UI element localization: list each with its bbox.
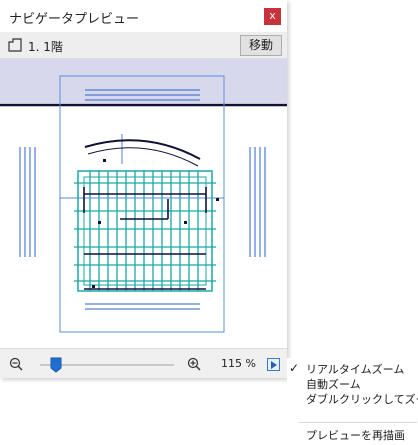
zoom-options-menu: ✓ リアルタイムズーム 自動ズーム ダブルクリックしてズーム プレビューを再描画 [287, 358, 418, 445]
title-bar[interactable]: ナビゲータプレビュー x [0, 0, 287, 32]
building-verticals [89, 171, 199, 291]
zoom-slider-thumb[interactable] [50, 357, 62, 373]
right-elevation-lines [249, 147, 266, 257]
play-arrow-icon [271, 361, 277, 369]
zoom-bar: 115 % [0, 348, 287, 378]
zoom-in-icon[interactable] [187, 357, 201, 371]
roof-curve [84, 139, 201, 160]
window-title: ナビゲータプレビュー [9, 12, 140, 27]
building-walls [83, 187, 207, 290]
story-icon [8, 38, 22, 52]
view-band [0, 59, 287, 103]
move-button[interactable]: 移動 [240, 35, 282, 56]
preview-drawing [0, 59, 287, 333]
close-button[interactable]: x [264, 8, 281, 25]
checkmark-icon: ✓ [289, 361, 300, 375]
zoom-out-icon[interactable] [9, 357, 23, 371]
menu-item-double-click-zoom[interactable]: ダブルクリックしてズーム [287, 390, 418, 406]
menu-item-label: プレビューを再描画 [306, 429, 405, 442]
zoom-value: 115 % [221, 357, 256, 370]
menu-item-label: ダブルクリックしてズーム [306, 393, 418, 406]
preview-area[interactable] [0, 59, 287, 348]
navigator-preview-palette: ナビゲータプレビュー x 1. 1階 移動 115 % [0, 0, 287, 378]
left-elevation-lines [19, 147, 36, 257]
story-bar: 1. 1階 移動 [0, 32, 287, 59]
menu-separator [299, 422, 417, 423]
menu-item-redraw-preview[interactable]: プレビューを再描画 [287, 426, 418, 442]
menu-item-auto-zoom[interactable]: 自動ズーム [287, 375, 418, 391]
story-label: 1. 1階 [28, 40, 63, 54]
building-markers [92, 159, 219, 288]
building-outline [77, 170, 213, 292]
screen: ナビゲータプレビュー x 1. 1階 移動 115 % ✓ リアルタイムズーム … [0, 0, 418, 445]
menu-item-realtime-zoom[interactable]: ✓ リアルタイムズーム [287, 360, 418, 376]
zoom-options-button[interactable] [267, 358, 280, 371]
